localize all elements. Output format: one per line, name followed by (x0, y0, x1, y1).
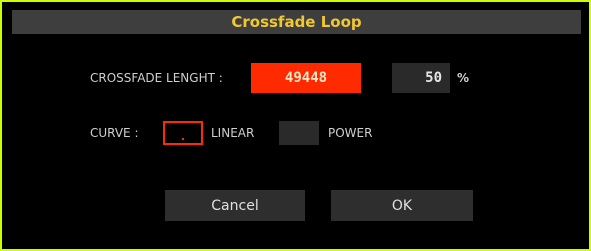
cancel-button[interactable]: Cancel (165, 190, 305, 221)
curve-power-radio[interactable] (279, 121, 319, 145)
curve-linear-radio[interactable] (163, 121, 203, 145)
crossfade-percent-field[interactable]: 50 (392, 63, 450, 93)
selected-indicator-icon (182, 138, 184, 140)
percent-unit-label: % (457, 71, 470, 85)
curve-linear-label: LINEAR (211, 126, 255, 140)
crossfade-length-label: CROSSFADE LENGHT : (90, 71, 223, 85)
ok-button[interactable]: OK (331, 190, 473, 221)
curve-label: CURVE : (90, 126, 139, 140)
crossfade-length-field[interactable]: 49448 (251, 63, 361, 93)
crossfade-loop-dialog: Crossfade Loop CROSSFADE LENGHT : 49448 … (0, 0, 591, 251)
dialog-title: Crossfade Loop (231, 13, 362, 31)
curve-power-label: POWER (328, 126, 373, 140)
dialog-titlebar: Crossfade Loop (12, 10, 581, 34)
